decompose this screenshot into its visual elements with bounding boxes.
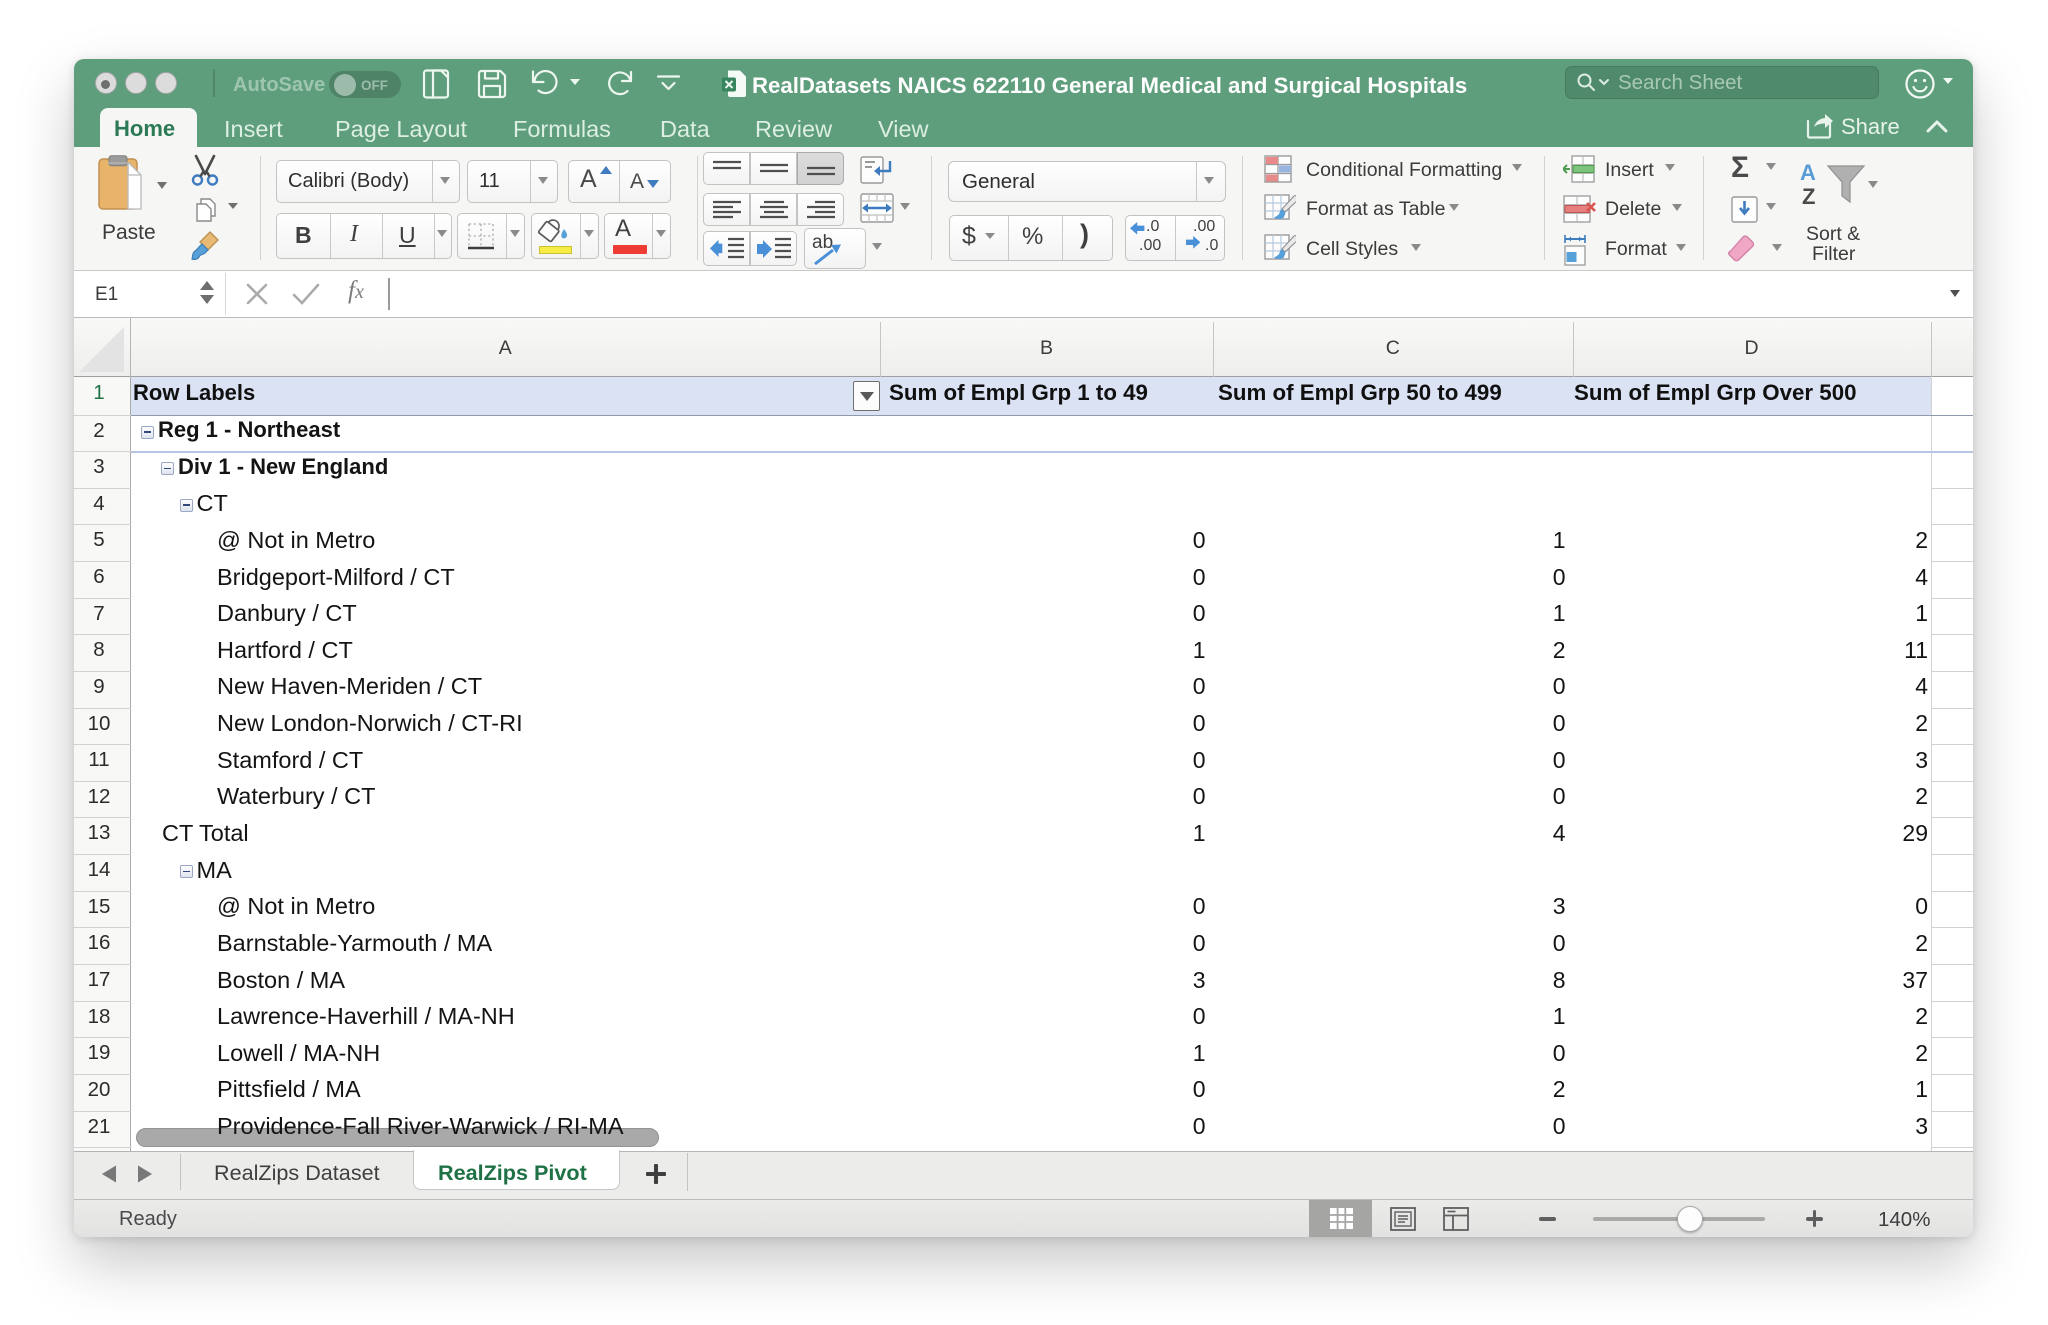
svg-text:A: A <box>1800 160 1816 185</box>
svg-text:Z: Z <box>1802 184 1815 209</box>
